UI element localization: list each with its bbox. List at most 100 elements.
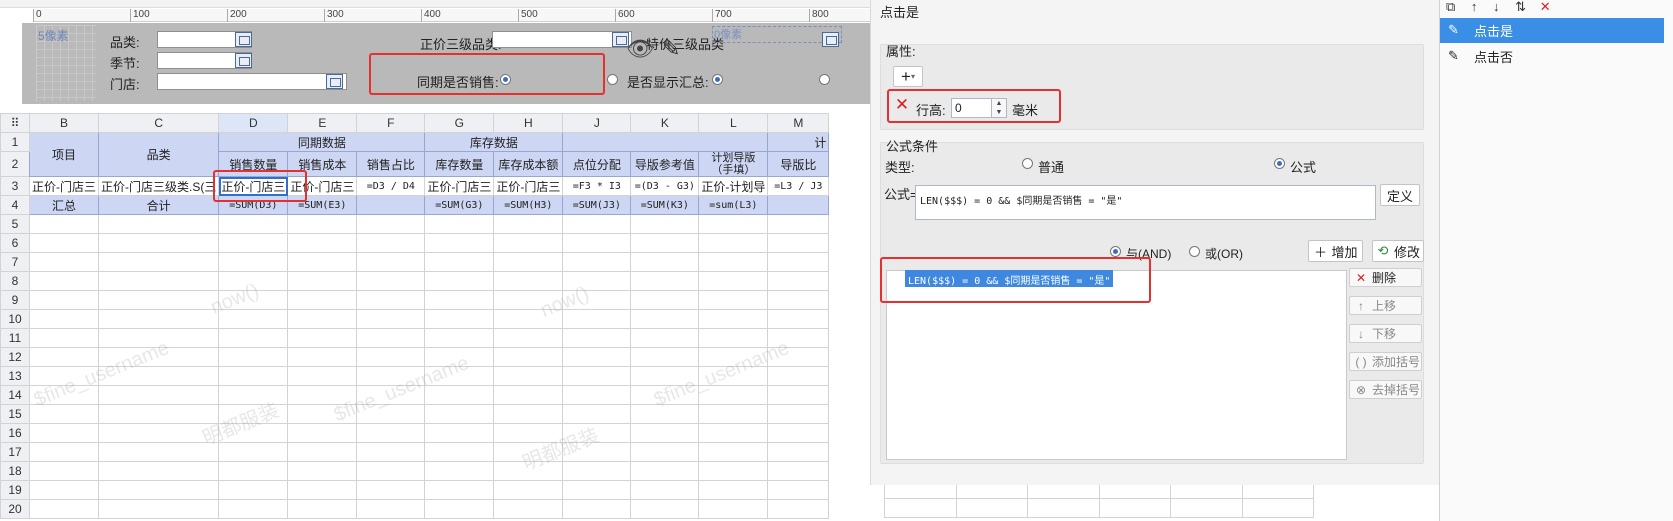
empty-cell[interactable]: [562, 271, 632, 291]
empty-cell[interactable]: [562, 328, 632, 348]
empty-cell[interactable]: [630, 385, 700, 405]
empty-cell[interactable]: [630, 214, 700, 234]
empty-cell[interactable]: [698, 423, 769, 443]
spreadsheet-grid[interactable]: ⠿ B C D E F G H J K L M 1 项目 品类 同期数据 库存数…: [0, 113, 870, 521]
empty-cell[interactable]: [29, 385, 99, 405]
empty-cell[interactable]: [97, 423, 220, 443]
empty-cell[interactable]: [218, 423, 289, 443]
type-formula-radio[interactable]: [1274, 158, 1285, 169]
col-header[interactable]: H: [493, 113, 564, 133]
cell-group-same-period[interactable]: 同期数据: [218, 132, 426, 152]
empty-cell[interactable]: [287, 252, 358, 272]
empty-cell[interactable]: [630, 442, 700, 462]
cell-r4[interactable]: =SUM(G3): [424, 195, 495, 215]
same-period-radio-no[interactable]: [607, 74, 618, 85]
empty-cell[interactable]: [29, 252, 99, 272]
empty-cell[interactable]: [493, 366, 564, 386]
empty-cell[interactable]: [698, 404, 769, 424]
empty-cell[interactable]: [493, 347, 564, 367]
empty-cell[interactable]: [767, 404, 830, 424]
empty-cell[interactable]: [630, 423, 700, 443]
empty-cell[interactable]: [356, 404, 426, 424]
empty-cell[interactable]: [218, 442, 289, 462]
category-dropdown-button[interactable]: [235, 32, 252, 47]
empty-cell[interactable]: [630, 309, 700, 329]
empty-cell[interactable]: [356, 328, 426, 348]
empty-cell[interactable]: [356, 214, 426, 234]
formula-input[interactable]: LEN($$$) = 0 && $同期是否销售 = "是": [915, 185, 1376, 220]
empty-cell[interactable]: [218, 271, 289, 291]
empty-cell[interactable]: [218, 290, 289, 310]
empty-cell[interactable]: [424, 423, 495, 443]
empty-cell[interactable]: [562, 290, 632, 310]
empty-cell[interactable]: [287, 499, 358, 519]
empty-cell[interactable]: [424, 461, 495, 481]
type-normal-radio[interactable]: [1022, 158, 1033, 169]
empty-cell[interactable]: [493, 328, 564, 348]
cell-r3[interactable]: 正价-计划导: [698, 176, 769, 196]
empty-cell[interactable]: [767, 309, 830, 329]
empty-cell[interactable]: [29, 290, 99, 310]
empty-cell[interactable]: [562, 461, 632, 481]
col-header[interactable]: J: [562, 113, 632, 133]
empty-cell[interactable]: [767, 328, 830, 348]
empty-cell[interactable]: [698, 309, 769, 329]
empty-cell[interactable]: [287, 347, 358, 367]
empty-cell[interactable]: [767, 423, 830, 443]
empty-cell[interactable]: [29, 214, 99, 234]
empty-cell[interactable]: [424, 347, 495, 367]
empty-cell[interactable]: [767, 442, 830, 462]
empty-cell[interactable]: [562, 233, 632, 253]
empty-cell[interactable]: [218, 328, 289, 348]
sheet-table[interactable]: ⠿ B C D E F G H J K L M 1 项目 品类 同期数据 库存数…: [0, 113, 830, 519]
empty-cell[interactable]: [630, 347, 700, 367]
row-number[interactable]: 18: [0, 461, 30, 481]
extra-dropdown-button[interactable]: [822, 32, 839, 47]
empty-cell[interactable]: [287, 328, 358, 348]
empty-cell[interactable]: [562, 442, 632, 462]
empty-cell[interactable]: [97, 442, 220, 462]
empty-cell[interactable]: [698, 499, 769, 519]
empty-cell[interactable]: [97, 385, 220, 405]
arrow-down-icon[interactable]: ↓: [1493, 0, 1500, 14]
empty-cell[interactable]: [218, 214, 289, 234]
show-total-radio-no[interactable]: [819, 74, 830, 85]
store-combo[interactable]: [157, 73, 347, 90]
season-dropdown-button[interactable]: [235, 53, 252, 68]
hidden-eye-icon[interactable]: 👁: [626, 36, 654, 62]
empty-cell[interactable]: [218, 404, 289, 424]
empty-cell[interactable]: [29, 271, 99, 291]
empty-cell[interactable]: [767, 252, 830, 272]
col-header[interactable]: D: [218, 113, 289, 133]
and-radio[interactable]: [1110, 246, 1121, 257]
empty-cell[interactable]: [767, 214, 830, 234]
row-number[interactable]: 12: [0, 347, 30, 367]
row-number[interactable]: 5: [0, 214, 30, 234]
empty-cell[interactable]: [562, 423, 632, 443]
empty-cell[interactable]: [630, 461, 700, 481]
empty-cell[interactable]: [287, 480, 358, 500]
cell-header[interactable]: 销售占比: [356, 151, 426, 177]
cell-r3[interactable]: =D3 / D4: [356, 176, 426, 196]
empty-cell[interactable]: [424, 290, 495, 310]
empty-cell[interactable]: [356, 271, 426, 291]
cell-r4[interactable]: [356, 195, 426, 215]
empty-cell[interactable]: [424, 233, 495, 253]
list-item-click-yes[interactable]: ✎ 点击是: [1440, 18, 1664, 43]
row-number[interactable]: 13: [0, 366, 30, 386]
row-number[interactable]: 8: [0, 271, 30, 291]
empty-cell[interactable]: [767, 385, 830, 405]
empty-cell[interactable]: [218, 461, 289, 481]
move-down-button[interactable]: ↓ 下移: [1349, 324, 1422, 343]
empty-cell[interactable]: [698, 480, 769, 500]
row-number[interactable]: 16: [0, 423, 30, 443]
empty-cell[interactable]: [493, 271, 564, 291]
empty-cell[interactable]: [630, 233, 700, 253]
empty-cell[interactable]: [356, 233, 426, 253]
define-button[interactable]: 定义: [1380, 184, 1420, 206]
empty-cell[interactable]: [630, 252, 700, 272]
empty-cell[interactable]: [767, 499, 830, 519]
cell-group-plan[interactable]: 计: [767, 132, 830, 152]
empty-cell[interactable]: [29, 499, 99, 519]
cell-r4[interactable]: 合计: [97, 195, 220, 215]
